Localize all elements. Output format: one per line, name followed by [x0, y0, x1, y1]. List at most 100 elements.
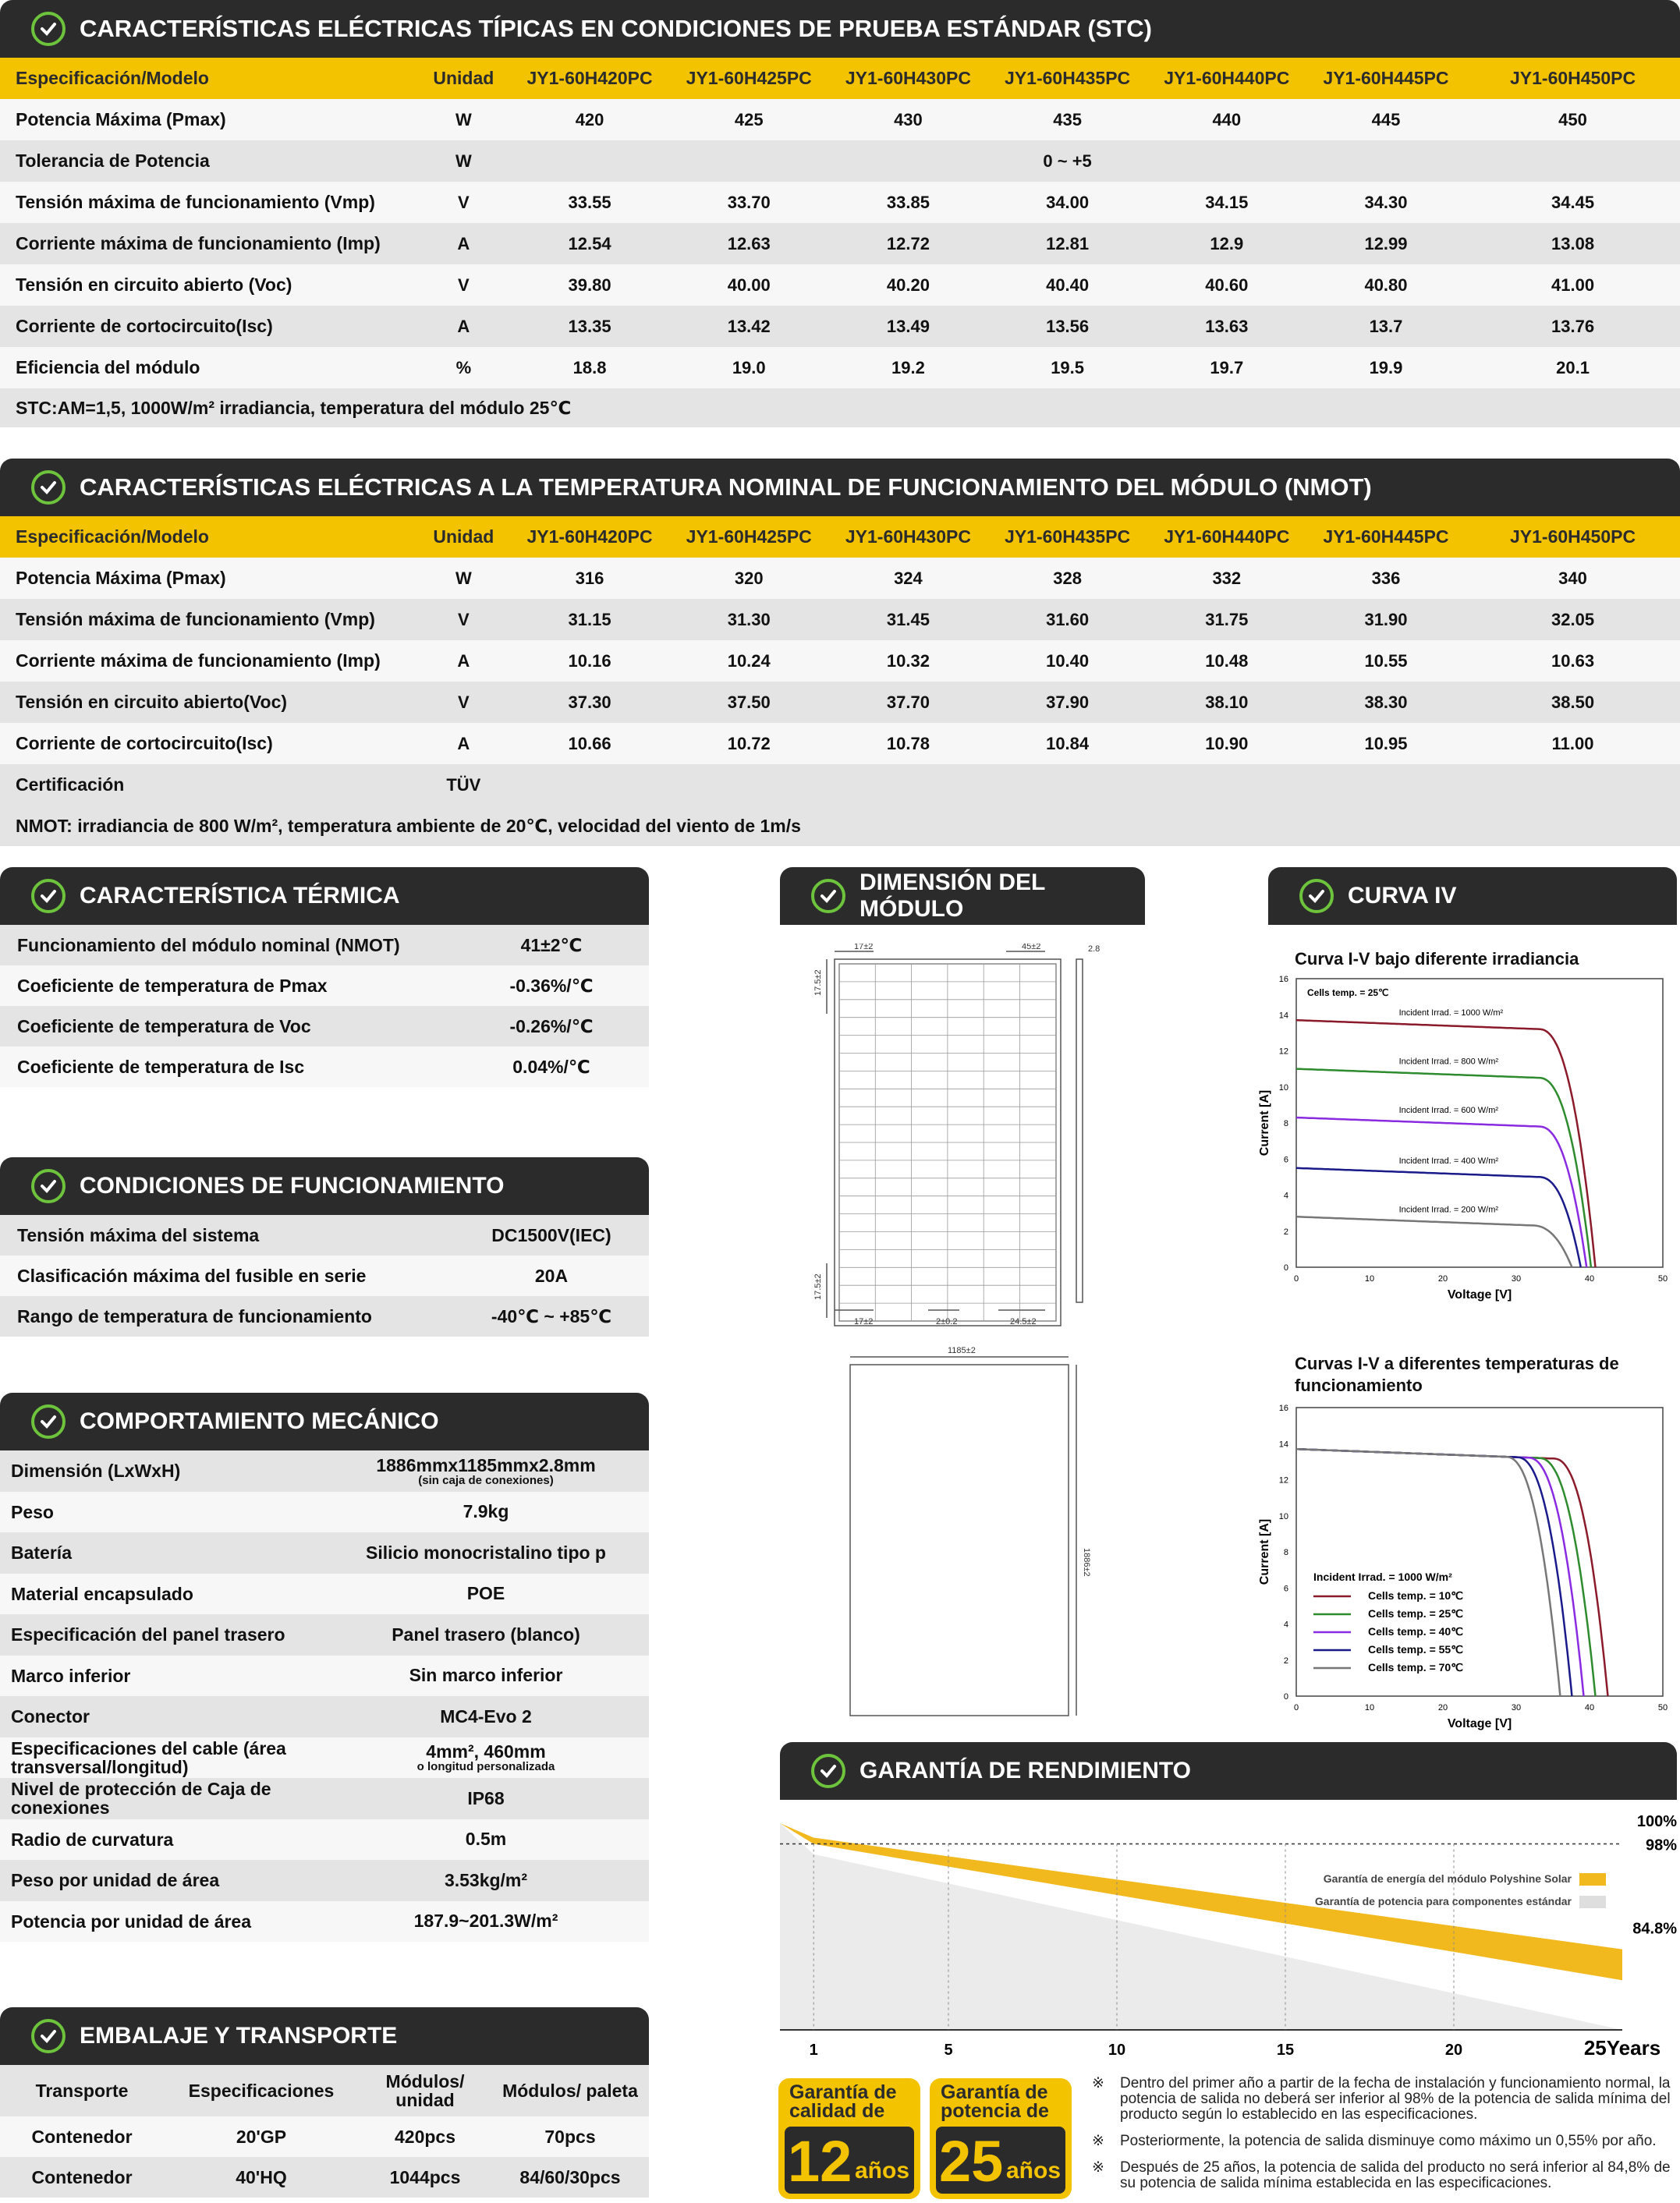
row-label: Tensión en circuito abierto(Voc): [16, 692, 288, 712]
legend-label: Cells temp. = 55℃: [1368, 1643, 1463, 1656]
mechanical-section-header: COMPORTAMIENTO MECÁNICO: [0, 1393, 649, 1450]
row-value: Sin marco inferior: [409, 1665, 563, 1686]
dim-label: 17.5±2: [813, 1273, 823, 1300]
row-value: 3.53kg/m²: [444, 1869, 528, 1890]
table-cell: 0 ~ +5: [1043, 151, 1092, 171]
row-value: -40℃ ~ +85℃: [491, 1305, 612, 1326]
table-cell: V: [458, 192, 470, 212]
row-label: Corriente de cortocircuito(Isc): [16, 316, 273, 336]
column-header: JY1-60H435PC: [1005, 526, 1131, 547]
table-cell: 430: [894, 109, 923, 129]
table-cell: 34.30: [1364, 192, 1408, 212]
table-cell: 13.08: [1551, 233, 1595, 253]
table-cell: A: [457, 650, 470, 671]
column-header: JY1-60H450PC: [1509, 526, 1636, 547]
note-item: ※ Posteriormente, la potencia de salida d…: [1092, 2134, 1678, 2149]
table-cell: 10.66: [568, 733, 611, 753]
check-icon: [31, 2019, 66, 2053]
table-row: Tensión máxima de funcionamiento (Vmp) V 3…: [0, 599, 1680, 640]
quality-warranty-badge: Garantía de calidad de 12 años: [778, 2078, 920, 2199]
column-header: Especificación/Modelo: [16, 526, 209, 547]
table-row: NMOT: irradiancia de 800 W/m², temperatu…: [0, 806, 1680, 846]
table-cell: V: [458, 274, 470, 295]
column-header: JY1-60H420PC: [526, 68, 653, 88]
power-warranty-badge: Garantía de potencia de 25 años: [930, 2078, 1072, 2199]
table-cell: 445: [1371, 109, 1401, 129]
series-label: Incident Irrad. = 600 W/m²: [1399, 1106, 1499, 1115]
series-label: Incident Irrad. = 800 W/m²: [1399, 1057, 1499, 1067]
column-header: JY1-60H430PC: [845, 526, 971, 547]
table-cell: 10.48: [1205, 650, 1249, 671]
table-row: Especificación/Modelo Unidad JY1-60H420PC J…: [0, 516, 1680, 558]
table-cell: 10.32: [886, 650, 930, 671]
row-label: Dimensión (LxWxH): [11, 1461, 181, 1482]
table-cell: [1147, 140, 1306, 182]
table-row: Radio de curvatura 0.5m: [0, 1819, 649, 1860]
y-tick-label: 6: [1284, 1584, 1288, 1593]
table-cell: [828, 764, 987, 806]
table-row: Batería Silicio monocristalino tipo p: [0, 1532, 649, 1574]
row-value: MC4-Evo 2: [440, 1705, 532, 1727]
row-label: Peso por unidad de área: [11, 1870, 220, 1891]
table-cell: V: [458, 609, 470, 629]
row-label: Material encapsulado: [11, 1583, 193, 1604]
x-tick-label: 20: [1438, 1274, 1448, 1284]
table-cell: 31.60: [1046, 609, 1090, 629]
table-cell: 10.16: [568, 650, 611, 671]
legend-label: Garantía de energía del módulo Polyshine…: [1324, 1872, 1572, 1885]
y-tick-label: 4: [1284, 1620, 1288, 1630]
table-cell: 10.78: [886, 733, 930, 753]
mechanical-table: Dimensión (LxWxH) 1886mmx1185mmx2.8mm (sin…: [0, 1450, 649, 1942]
row-value: DC1500V(IEC): [491, 1224, 611, 1245]
row-value: -0.36%/℃: [509, 975, 594, 996]
legend-label: Cells temp. = 70℃: [1368, 1661, 1463, 1674]
table-row: Conector MC4-Evo 2: [0, 1696, 649, 1737]
table-row: Marco inferior Sin marco inferior: [0, 1655, 649, 1696]
table-cell: [1306, 764, 1466, 806]
column-header: Módulos/ unidad: [385, 2071, 465, 2110]
operating-table: Tensión máxima del sistema DC1500V(IEC) Cl…: [0, 1215, 649, 1337]
dim-label: 17.5±2: [813, 969, 823, 996]
row-label: Coeficiente de temperatura de Pmax: [17, 975, 328, 996]
note-text: Dentro del primer año a partir de la fec…: [1120, 2075, 1671, 2123]
row-label: Conector: [11, 1706, 90, 1727]
y-tick-label: 12: [1279, 1047, 1288, 1057]
table-cell: 11.00: [1551, 733, 1594, 753]
column-header: JY1-60H445PC: [1323, 68, 1449, 88]
table-cell: [828, 140, 987, 182]
badge-number: 12: [788, 2129, 852, 2194]
row-label: Certificación: [16, 774, 125, 795]
legend-label: Cells temp. = 25℃: [1368, 1607, 1463, 1620]
note-text: Posteriormente, la potencia de salida di…: [1120, 2133, 1657, 2149]
row-value: 4mm², 460mm o longitud personalizada: [323, 1737, 649, 1779]
note-item: ※ Dentro del primer año a partir de la fe…: [1092, 2076, 1678, 2123]
table-cell: 10.40: [1046, 650, 1090, 671]
table-cell: 10.72: [727, 733, 771, 753]
legend-swatch: [1579, 1896, 1606, 1908]
table-cell: TÜV: [446, 774, 481, 795]
row-label: Batería: [11, 1542, 72, 1564]
row-label: Funcionamiento del módulo nominal (NMOT): [17, 934, 400, 955]
x-tick-label: 10: [1108, 2042, 1125, 2059]
y-tick-label: 4: [1284, 1192, 1288, 1201]
table-row: Clasificación máxima del fusible en seri…: [0, 1256, 649, 1296]
y-tick-label: 0: [1284, 1263, 1288, 1273]
table-cell: 440: [1212, 109, 1242, 129]
row-label: Coeficiente de temperatura de Voc: [17, 1015, 311, 1036]
table-row: Transporte Especificaciones Módulos/ unida…: [0, 2065, 649, 2116]
row-label: Tensión máxima de funcionamiento (Vmp): [16, 609, 375, 629]
series-label: Incident Irrad. = 400 W/m²: [1399, 1156, 1499, 1166]
legend-label: Cells temp. = 40℃: [1368, 1625, 1463, 1638]
y-tick-label: 100%: [1637, 1813, 1677, 1830]
table-row: Potencia Máxima (Pmax) W 316 320 324 328 332 33…: [0, 558, 1680, 599]
table-cell: 20.1: [1556, 357, 1590, 377]
table-cell: 324: [894, 568, 923, 588]
table-row: Contenedor 20'GP 420pcs 70pcs: [0, 2116, 649, 2157]
column-header: JY1-60H440PC: [1164, 526, 1290, 547]
table-cell: 332: [1212, 568, 1242, 588]
iv-irradiance-chart: 0 10 20 30 40 50 0 2 4 6 8 10 12 14 16 Voltage [V] Curre…: [1258, 975, 1668, 1302]
table-row: Especificaciones del cable (área transve…: [0, 1737, 649, 1779]
table-cell: 10.90: [1205, 733, 1249, 753]
table-cell: 40.00: [727, 274, 771, 295]
table-cell: 19.2: [891, 357, 925, 377]
